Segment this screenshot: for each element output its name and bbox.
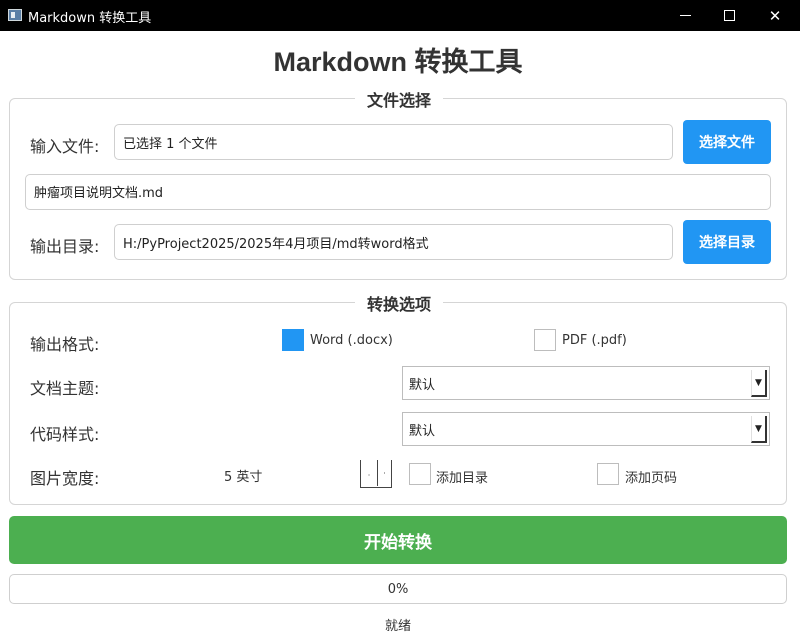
page-title: Markdown 转换工具 (273, 47, 523, 77)
stepper-up-icon[interactable]: · (362, 468, 376, 482)
maximize-icon (723, 10, 735, 21)
theme-label: 文档主题: (30, 379, 100, 398)
add-toc-label: 添加目录 (436, 471, 489, 486)
word-format-checkbox[interactable] (282, 329, 304, 351)
window-title: Markdown 转换工具 (28, 11, 152, 26)
add-page-numbers-label: 添加页码 (625, 471, 678, 486)
image-width-value[interactable]: 5 英寸 (224, 466, 262, 485)
progress-text: 0% (387, 581, 409, 597)
status-text: 就绪 (384, 619, 411, 634)
image-width-stepper[interactable]: · · (360, 460, 392, 488)
maximize-button[interactable] (706, 0, 752, 31)
list-item[interactable]: 肿瘤项目说明文档.md (34, 182, 163, 201)
chevron-down-icon: ▼ (751, 416, 767, 443)
output-dir-field[interactable]: H:/PyProject2025/2025年4月项目/md转word格式 (114, 224, 673, 260)
close-icon: ✕ (768, 6, 782, 25)
add-toc-checkbox[interactable] (409, 463, 431, 485)
close-button[interactable]: ✕ (752, 0, 798, 31)
file-list[interactable]: 肿瘤项目说明文档.md (25, 174, 771, 210)
input-file-field[interactable]: 已选择 1 个文件 (114, 124, 673, 160)
window-titlebar: Markdown 转换工具 ✕ (0, 0, 800, 31)
theme-select-value: 默认 (409, 377, 436, 393)
file-selection-legend: 文件选择 (354, 91, 443, 110)
pdf-format-label: PDF (.pdf) (562, 333, 627, 348)
conversion-options-legend: 转换选项 (354, 295, 443, 314)
select-dir-button[interactable]: 选择目录 (683, 220, 771, 264)
word-format-label: Word (.docx) (310, 333, 393, 348)
progress-bar: 0% (9, 574, 787, 604)
output-format-label: 输出格式: (30, 335, 100, 354)
chevron-down-icon: ▼ (751, 370, 767, 397)
code-style-select[interactable]: 默认 ▼ (402, 412, 770, 446)
code-style-label: 代码样式: (30, 425, 100, 444)
minimize-button[interactable] (662, 0, 708, 31)
theme-select[interactable]: 默认 ▼ (402, 366, 770, 400)
add-page-numbers-checkbox[interactable] (597, 463, 619, 485)
input-file-label: 输入文件: (30, 137, 100, 156)
image-width-label: 图片宽度: (30, 469, 100, 488)
pdf-format-checkbox[interactable] (534, 329, 556, 351)
code-style-select-value: 默认 (409, 423, 436, 439)
stepper-down-icon[interactable]: · (377, 460, 391, 486)
app-icon (8, 9, 22, 21)
start-conversion-button[interactable]: 开始转换 (9, 516, 787, 564)
output-dir-label: 输出目录: (30, 237, 100, 256)
minimize-icon (679, 15, 691, 16)
select-file-button[interactable]: 选择文件 (683, 120, 771, 164)
